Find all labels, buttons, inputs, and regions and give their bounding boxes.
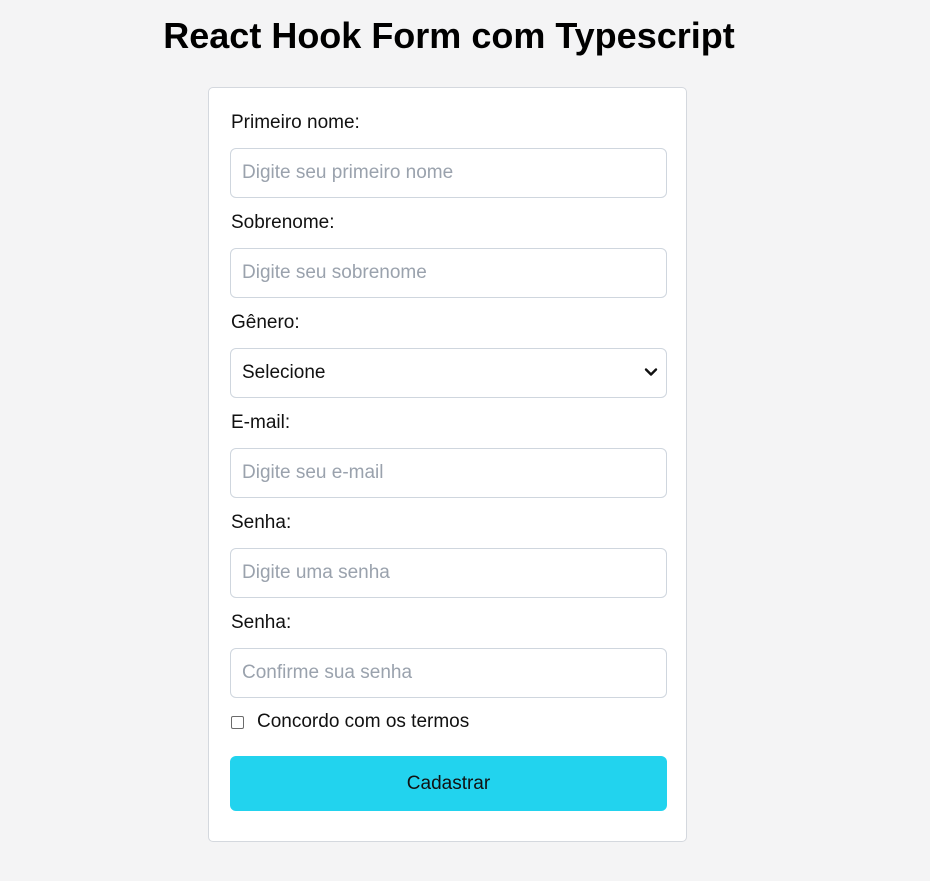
gender-select[interactable]: Selecione [230, 348, 667, 398]
password-confirm-input[interactable] [230, 648, 667, 698]
terms-row: Concordo com os termos [231, 711, 469, 733]
signup-form: Primeiro nome: Sobrenome: Gênero: Seleci… [208, 87, 687, 842]
terms-checkbox[interactable] [231, 715, 244, 729]
chevron-down-icon [644, 368, 658, 376]
email-input[interactable] [230, 448, 667, 498]
last-name-input[interactable] [230, 248, 667, 298]
submit-button[interactable]: Cadastrar [230, 756, 667, 811]
first-name-label: Primeiro nome: [231, 112, 360, 133]
password-confirm-label: Senha: [231, 612, 292, 633]
first-name-input[interactable] [230, 148, 667, 198]
email-label: E-mail: [231, 412, 291, 433]
page-title: React Hook Form com Typescript [163, 15, 735, 56]
password-input[interactable] [230, 548, 667, 598]
last-name-label: Sobrenome: [231, 212, 335, 233]
password-label: Senha: [231, 512, 292, 533]
terms-label: Concordo com os termos [257, 711, 470, 732]
gender-select-value: Selecione [242, 362, 326, 383]
gender-label: Gênero: [231, 312, 300, 333]
